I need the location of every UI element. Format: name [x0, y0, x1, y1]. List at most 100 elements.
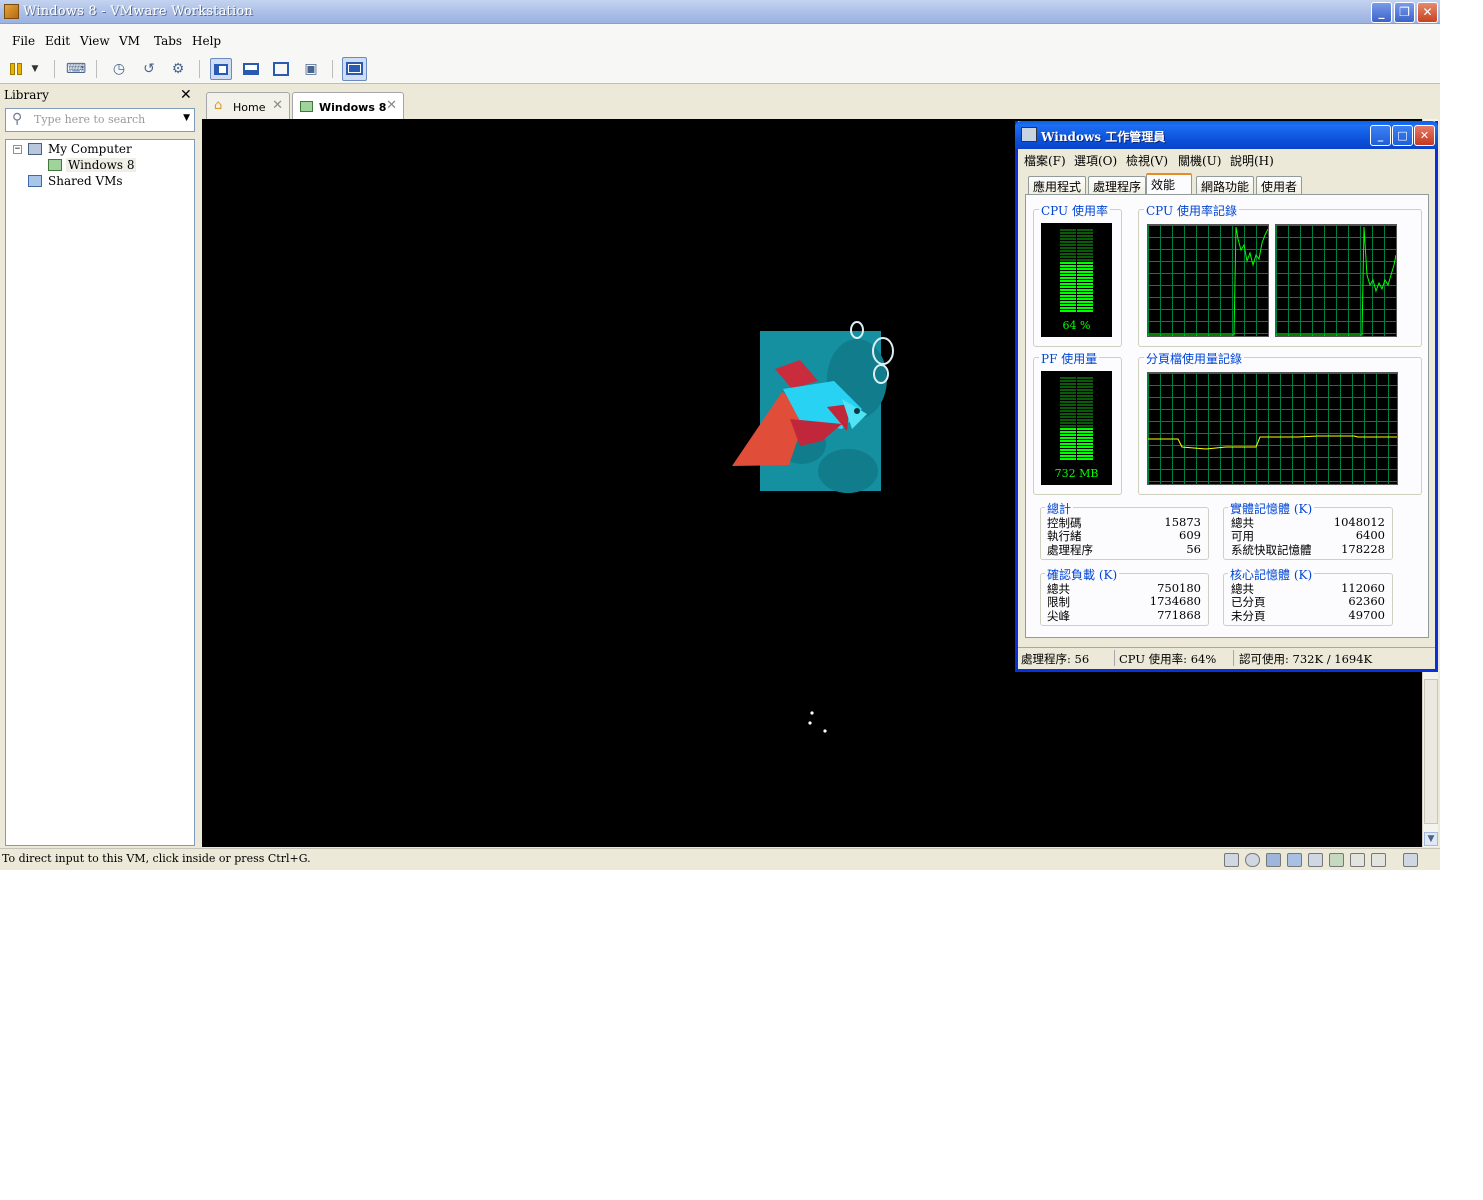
cpu-usage-meter: 64 %: [1041, 223, 1112, 337]
tab-home[interactable]: ⌂ Home ✕: [206, 92, 290, 120]
unity-button[interactable]: ▣: [300, 58, 322, 80]
menu-tabs[interactable]: Tabs: [154, 34, 182, 48]
network-adapter-icon[interactable]: [1287, 853, 1302, 867]
close-button[interactable]: ✕: [1414, 125, 1435, 146]
menu-edit[interactable]: Edit: [45, 34, 70, 48]
tab-applications[interactable]: 應用程式: [1028, 176, 1087, 194]
stat-value: 62360: [1348, 594, 1385, 608]
menu-shutdown[interactable]: 關機(U): [1178, 152, 1221, 169]
meter-segment: [1077, 380, 1093, 382]
meter-segment: [1060, 446, 1076, 448]
menu-file[interactable]: 檔案(F): [1024, 152, 1066, 169]
scroll-down-arrow[interactable]: ▼: [1424, 832, 1438, 846]
revert-icon: ↺: [143, 61, 155, 77]
menu-options[interactable]: 選項(O): [1074, 152, 1117, 169]
meter-segment: [1060, 437, 1076, 439]
show-thumbnail-bar-button[interactable]: [240, 58, 262, 80]
cpu-history-line-core-2: [1276, 226, 1396, 336]
stat-name: 已分頁: [1231, 595, 1266, 609]
close-icon[interactable]: ✕: [386, 98, 397, 113]
sound-card-icon[interactable]: [1329, 853, 1344, 867]
stat-value: 6400: [1355, 528, 1385, 542]
meter-segment: [1077, 443, 1093, 445]
menu-help[interactable]: 說明(H): [1230, 152, 1274, 169]
message-log-icon[interactable]: [1403, 853, 1418, 867]
menu-view[interactable]: View: [80, 34, 110, 48]
console-view-button[interactable]: [342, 57, 367, 81]
tree-item-my-computer[interactable]: My Computer: [48, 142, 132, 156]
snapshot-manager-icon: ⚙: [171, 61, 185, 77]
vmware-app-icon: [4, 4, 19, 19]
meter-segment: [1060, 247, 1076, 249]
pf-usage-label: PF 使用量: [1039, 350, 1100, 367]
chevron-down-icon[interactable]: ▼: [183, 113, 190, 123]
tab-windows-8[interactable]: Windows 8 ✕: [292, 92, 404, 120]
tree-item-shared-vms[interactable]: Shared VMs: [48, 174, 123, 188]
close-icon[interactable]: ✕: [180, 87, 192, 103]
usb-device-2-icon[interactable]: [1371, 853, 1386, 867]
meter-segment: [1060, 286, 1076, 288]
meter-segment: [1060, 295, 1076, 297]
usb-device-icon[interactable]: [1350, 853, 1365, 867]
status-processes: 處理程序: 56: [1021, 652, 1090, 666]
tree-item-windows-8[interactable]: Windows 8: [66, 158, 137, 172]
show-library-button[interactable]: [210, 58, 232, 80]
meter-segment: [1077, 271, 1093, 273]
hard-disk-icon[interactable]: [1224, 853, 1239, 867]
meter-segment: [1060, 452, 1076, 454]
meter-segment: [1060, 425, 1076, 427]
vm-running-icon: [48, 159, 62, 171]
collapse-toggle[interactable]: −: [13, 145, 22, 154]
close-icon[interactable]: ✕: [272, 98, 283, 113]
meter-segment: [1077, 274, 1093, 276]
meter-segment: [1077, 422, 1093, 424]
library-tree: − My Computer Windows 8 Shared VMs: [5, 139, 195, 846]
tab-performance[interactable]: 效能: [1146, 173, 1192, 195]
scrollbar-thumb[interactable]: [1424, 679, 1438, 824]
minimize-button[interactable]: _: [1371, 2, 1392, 23]
meter-segment: [1060, 455, 1076, 457]
minimize-button[interactable]: _: [1370, 125, 1391, 146]
snapshot-manager-button[interactable]: ⚙: [167, 58, 189, 80]
menu-view[interactable]: 檢視(V): [1126, 152, 1168, 169]
meter-segment: [1077, 386, 1093, 388]
task-manager-status-bar: 處理程序: 56 CPU 使用率: 64% 認可使用: 732K / 1694K: [1018, 647, 1435, 667]
floppy-icon[interactable]: [1266, 853, 1281, 867]
close-button[interactable]: ✕: [1417, 2, 1438, 23]
chevron-down-icon: ▼: [31, 64, 39, 74]
stat-name: 系統快取記憶體: [1231, 543, 1312, 557]
pf-history-label: 分頁檔使用量記錄: [1144, 350, 1245, 367]
meter-segment: [1077, 295, 1093, 297]
take-snapshot-button[interactable]: ◷: [108, 58, 130, 80]
restore-button[interactable]: ❐: [1394, 2, 1415, 23]
meter-segment: [1077, 283, 1093, 285]
stat-value: 771868: [1157, 608, 1201, 622]
meter-segment: [1060, 398, 1076, 400]
tab-processes[interactable]: 處理程序: [1088, 176, 1147, 194]
tab-users[interactable]: 使用者: [1256, 176, 1303, 194]
search-placeholder: Type here to search: [34, 113, 146, 126]
menu-help[interactable]: Help: [192, 34, 221, 48]
stat-commit-peak: 尖峰 771868: [1047, 608, 1202, 624]
meter-segment: [1060, 449, 1076, 451]
tab-networking[interactable]: 網路功能: [1196, 176, 1255, 194]
meter-segment: [1060, 259, 1076, 261]
meter-segment: [1060, 307, 1076, 309]
printer-icon[interactable]: [1308, 853, 1323, 867]
meter-segment: [1077, 407, 1093, 409]
maximize-button[interactable]: □: [1392, 125, 1413, 146]
menu-vm[interactable]: VM: [119, 34, 140, 48]
stat-system-cache: 系統快取記憶體 178228: [1231, 542, 1386, 558]
computer-icon: [28, 143, 42, 155]
meter-segment: [1060, 232, 1076, 234]
meter-segment: [1077, 232, 1093, 234]
pause-button[interactable]: [6, 58, 28, 80]
full-screen-button[interactable]: [270, 58, 292, 80]
revert-snapshot-button[interactable]: ↺: [138, 58, 160, 80]
library-search-input[interactable]: ⚲ Type here to search ▼: [5, 108, 195, 132]
menu-file[interactable]: File: [12, 34, 35, 48]
meter-segment: [1077, 389, 1093, 391]
cd-dvd-icon[interactable]: [1245, 853, 1260, 867]
send-ctrl-alt-del-button[interactable]: ⌨: [65, 58, 87, 80]
power-dropdown-button[interactable]: ▼: [28, 58, 42, 80]
